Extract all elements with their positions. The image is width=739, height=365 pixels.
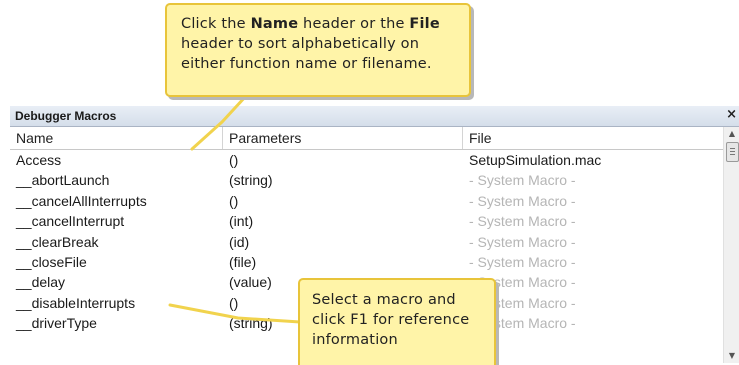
macro-file-cell: SetupSimulation.mac bbox=[469, 152, 602, 168]
column-header-file[interactable]: File bbox=[463, 127, 723, 149]
f1-hint-callout: Select a macro and click F1 for referenc… bbox=[298, 278, 496, 365]
close-icon[interactable]: × bbox=[726, 107, 737, 122]
window-title: Debugger Macros bbox=[15, 109, 117, 123]
macro-parameters-cell: (id) bbox=[229, 233, 250, 250]
macro-name-cell: __clearBreak bbox=[16, 233, 99, 250]
table-header: Name Parameters File bbox=[10, 127, 723, 150]
column-header-parameters[interactable]: Parameters bbox=[223, 127, 463, 149]
sort-hint-line-2: header to sort alphabetically on bbox=[181, 36, 420, 52]
macro-name-cell: __abortLaunch bbox=[16, 172, 110, 189]
scroll-down-arrow-icon[interactable]: ▼ bbox=[724, 349, 739, 363]
table-row[interactable]: __closeFile (file) - System Macro - bbox=[10, 252, 723, 272]
table-row[interactable]: __abortLaunch (string) - System Macro - bbox=[10, 170, 723, 190]
macro-file-cell: - System Macro - bbox=[469, 192, 576, 209]
macro-file-cell: - System Macro - bbox=[469, 274, 576, 291]
vertical-scrollbar[interactable]: ▲ ▼ bbox=[723, 127, 739, 363]
table-row[interactable]: __cancelAllInterrupts () - System Macro - bbox=[10, 191, 723, 211]
macro-file-cell: - System Macro - bbox=[469, 253, 576, 270]
f1-hint-line-1: Select a macro and bbox=[312, 292, 456, 308]
macro-name-cell: Access bbox=[16, 152, 62, 168]
macro-parameters-cell: (int) bbox=[229, 213, 254, 230]
macro-file-cell: - System Macro - bbox=[469, 315, 576, 332]
column-header-name[interactable]: Name bbox=[10, 127, 223, 149]
macro-file-cell: - System Macro - bbox=[469, 233, 576, 250]
macro-parameters-cell: () bbox=[229, 192, 239, 209]
f1-hint-line-2: click F1 for reference bbox=[312, 312, 470, 328]
macro-parameters-cell: (file) bbox=[229, 253, 257, 270]
macro-name-cell: __driverType bbox=[16, 315, 97, 332]
macro-name-cell: __cancelInterrupt bbox=[16, 213, 125, 230]
sort-hint-line-1: Click the Name header or the File bbox=[181, 16, 440, 32]
macro-parameters-cell: () bbox=[229, 152, 239, 168]
macro-name-cell: __disableInterrupts bbox=[16, 294, 136, 311]
macro-file-cell: - System Macro - bbox=[469, 213, 576, 230]
scrollbar-thumb[interactable] bbox=[726, 142, 739, 162]
macro-parameters-cell: (string) bbox=[229, 172, 273, 189]
macro-file-cell: - System Macro - bbox=[469, 294, 576, 311]
sort-hint-line-3: either function name or filename. bbox=[181, 56, 432, 72]
macro-file-cell: - System Macro - bbox=[469, 172, 576, 189]
scroll-up-arrow-icon[interactable]: ▲ bbox=[724, 127, 739, 141]
macro-name-cell: __cancelAllInterrupts bbox=[16, 192, 147, 209]
table-row[interactable]: __clearBreak (id) - System Macro - bbox=[10, 232, 723, 252]
f1-hint-line-3: information bbox=[312, 332, 398, 348]
macro-name-cell: __closeFile bbox=[16, 253, 87, 270]
sort-hint-callout: Click the Name header or the File header… bbox=[165, 3, 471, 97]
window-titlebar: Debugger Macros × bbox=[10, 106, 739, 127]
table-row[interactable]: __cancelInterrupt (int) - System Macro - bbox=[10, 211, 723, 231]
table-row[interactable]: Access () SetupSimulation.mac bbox=[10, 150, 723, 170]
macro-name-cell: __delay bbox=[16, 274, 66, 291]
